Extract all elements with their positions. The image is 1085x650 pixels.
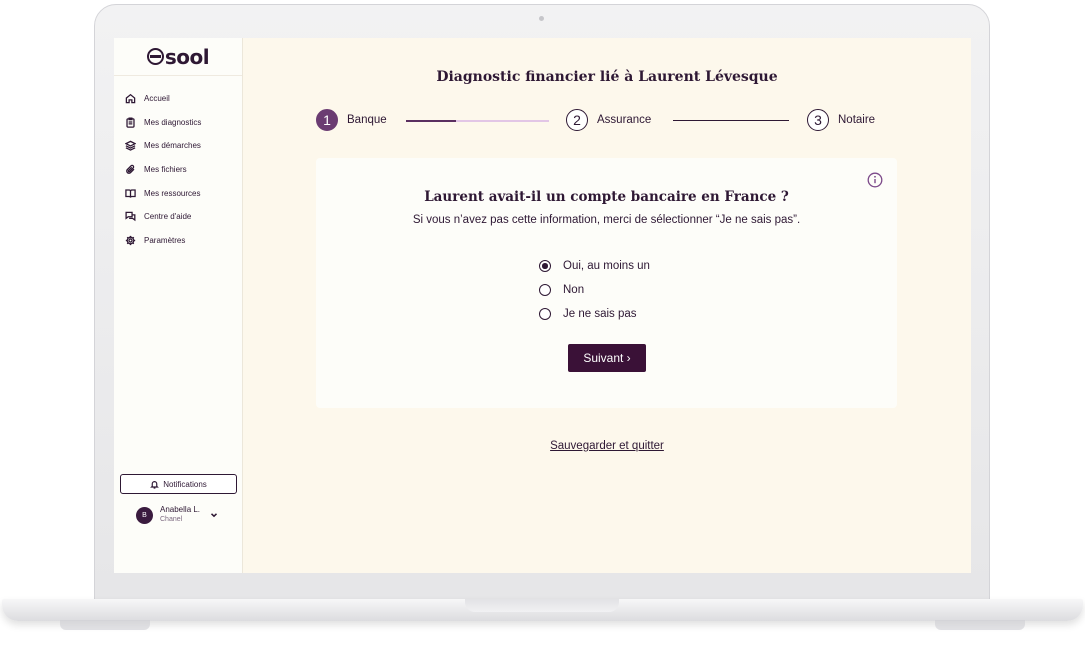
clipboard-icon: [126, 117, 135, 128]
home-icon: [125, 94, 136, 104]
answer-options: Oui, au moins un Non Je ne sais pas: [539, 254, 650, 326]
question-hint: Si vous n’avez pas cette information, me…: [412, 214, 801, 226]
option-je-ne-sais-pas[interactable]: Je ne sais pas: [539, 302, 650, 326]
sidebar-item-aide[interactable]: Centre d'aide: [125, 205, 242, 229]
sidebar-item-label: Mes diagnostics: [144, 117, 202, 127]
app-screen: sool Accueil Mes diagnostics Mes démarch…: [114, 38, 971, 573]
radio-button[interactable]: [539, 260, 551, 272]
info-icon[interactable]: [867, 172, 883, 188]
step-notaire[interactable]: 3 Notaire: [807, 109, 875, 131]
avatar: B: [136, 506, 153, 524]
laptop-foot-left: [60, 620, 150, 630]
chevron-down-icon[interactable]: [210, 511, 218, 519]
question-title: Laurent avait-il un compte bancaire en F…: [424, 189, 789, 205]
progress-fill-1: [406, 120, 456, 122]
notifications-button[interactable]: Notifications: [120, 474, 237, 494]
logo-icon: [146, 48, 164, 65]
laptop-foot-right: [935, 620, 1025, 630]
option-non[interactable]: Non: [539, 278, 650, 302]
question-card: Laurent avait-il un compte bancaire en F…: [316, 158, 897, 408]
user-name: Anabella L.: [160, 505, 201, 514]
sidebar-item-demarches[interactable]: Mes démarches: [125, 134, 242, 158]
sidebar-item-label: Accueil: [144, 94, 170, 104]
user-menu[interactable]: B Anabella L. Chanel: [136, 505, 218, 525]
gear-icon: [125, 235, 136, 246]
bell-icon: [150, 480, 160, 489]
sidebar-item-parametres[interactable]: Paramètres: [125, 229, 242, 253]
sidebar-item-accueil[interactable]: Accueil: [125, 87, 242, 111]
main-content: Diagnostic financier lié à Laurent Léves…: [243, 38, 971, 573]
app-logo[interactable]: sool: [114, 38, 242, 76]
user-subtitle: Chanel: [160, 516, 183, 523]
step-banque[interactable]: 1 Banque: [316, 109, 387, 131]
notifications-label: Notifications: [163, 479, 207, 489]
book-icon: [125, 189, 136, 198]
paperclip-icon: [126, 164, 135, 174]
radio-button[interactable]: [539, 308, 551, 320]
sidebar-item-label: Centre d'aide: [144, 212, 192, 222]
step-label: Banque: [347, 114, 387, 126]
step-label: Notaire: [838, 114, 876, 126]
sidebar-item-label: Paramètres: [144, 235, 186, 245]
step-number: 3: [807, 109, 829, 131]
step-label: Assurance: [597, 114, 652, 126]
page-title: Diagnostic financier lié à Laurent Léves…: [436, 69, 778, 85]
camera-dot: [539, 16, 544, 21]
stepper: 1 Banque 2 Assurance 3 Notaire: [316, 109, 881, 133]
sidebar-item-fichiers[interactable]: Mes fichiers: [125, 158, 242, 182]
step-number: 2: [566, 109, 588, 131]
laptop-notch: [465, 599, 619, 612]
sidebar-item-ressources[interactable]: Mes ressources: [125, 181, 242, 205]
sidebar: sool Accueil Mes diagnostics Mes démarch…: [114, 38, 243, 573]
sidebar-item-diagnostics[interactable]: Mes diagnostics: [125, 111, 242, 135]
user-info: Anabella L. Chanel: [160, 505, 200, 525]
option-label: Oui, au moins un: [563, 260, 650, 272]
layers-icon: [125, 141, 136, 152]
radio-button[interactable]: [539, 284, 551, 296]
sidebar-item-label: Mes ressources: [144, 188, 201, 198]
option-oui[interactable]: Oui, au moins un: [539, 254, 650, 278]
progress-track-2: [673, 120, 789, 121]
next-button[interactable]: Suivant ›: [568, 344, 646, 372]
option-label: Non: [563, 284, 585, 296]
logo-text: sool: [164, 44, 210, 69]
sidebar-item-label: Mes fichiers: [144, 165, 187, 175]
step-assurance[interactable]: 2 Assurance: [566, 109, 651, 131]
sidebar-nav: Accueil Mes diagnostics Mes démarches Me…: [114, 76, 242, 252]
step-number: 1: [316, 109, 338, 131]
option-label: Je ne sais pas: [563, 308, 637, 320]
sidebar-item-label: Mes démarches: [144, 141, 201, 151]
chat-icon: [125, 211, 136, 222]
save-and-quit-link[interactable]: Sauvegarder et quitter: [243, 440, 971, 452]
